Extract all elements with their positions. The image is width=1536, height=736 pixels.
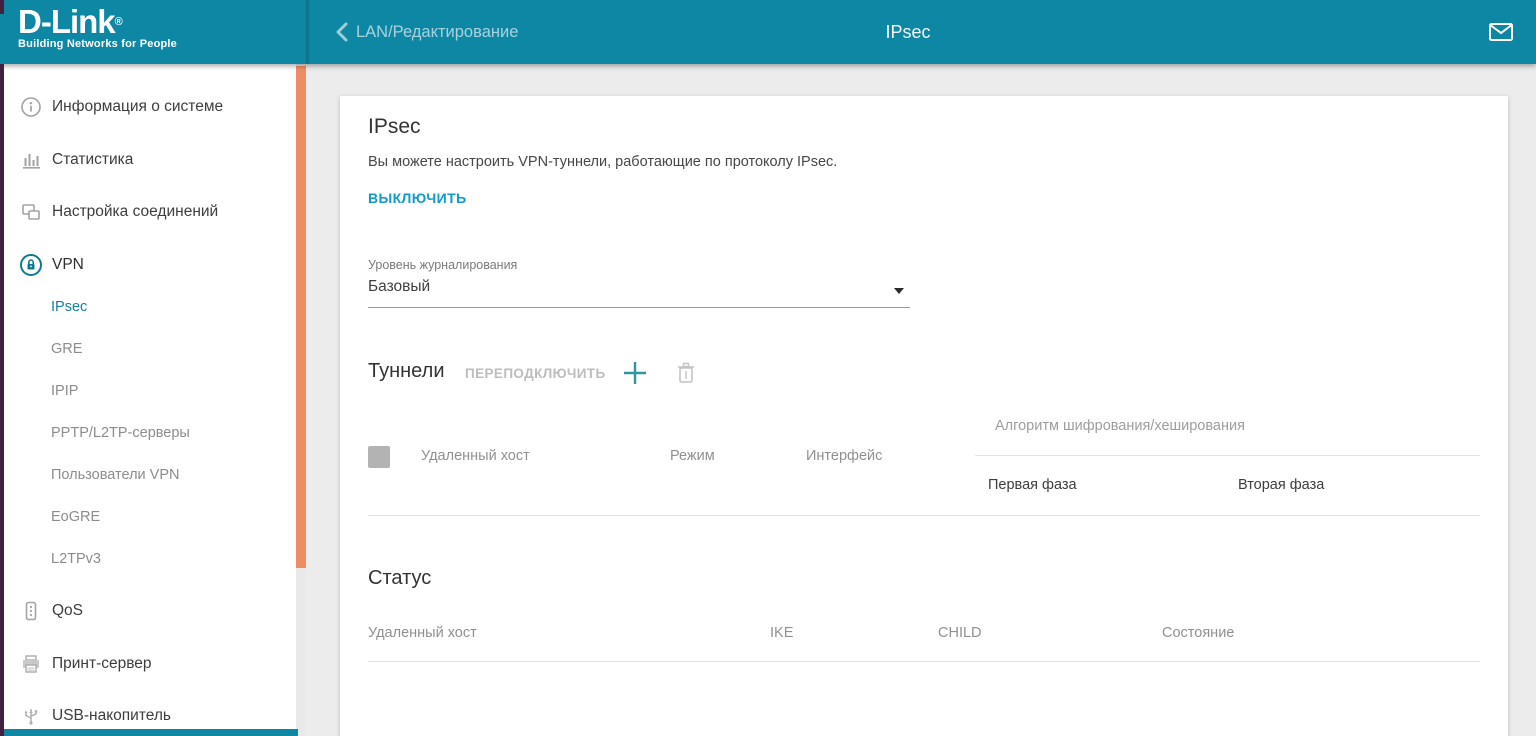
col-interface: Интерфейс <box>806 448 882 464</box>
sidebar-item-label: USB-накопитель <box>52 707 171 725</box>
tunnels-table-divider <box>368 515 1480 516</box>
reconnect-button[interactable]: ПЕРЕПОДКЛЮЧИТЬ <box>465 366 606 381</box>
connections-icon <box>20 201 42 223</box>
mail-icon[interactable] <box>1488 19 1514 45</box>
col-mode: Режим <box>670 448 715 464</box>
select-all-checkbox[interactable] <box>368 446 390 468</box>
sidebar-subitem-label: PPTP/L2TP-серверы <box>51 425 190 441</box>
col-phase1: Первая фаза <box>988 477 1077 493</box>
algorithm-divider <box>975 455 1480 456</box>
sidebar-item-label: VPN <box>52 256 84 274</box>
vpn-lock-icon <box>20 254 42 276</box>
left-edge-strip <box>0 0 4 736</box>
log-level-label: Уровень журналирования <box>368 258 517 272</box>
col-algorithm-group: Алгоритм шифрования/хеширования <box>995 418 1245 434</box>
registered-mark: ® <box>115 16 122 28</box>
sidebar-item-gre[interactable]: GRE <box>4 328 296 370</box>
sidebar-item-connections[interactable]: Настройка соединений <box>4 186 296 238</box>
sidebar-item-label: Принт-сервер <box>52 655 152 673</box>
sidebar-scrollbar-thumb[interactable] <box>296 66 306 568</box>
app-header: D-Link® Building Networks for People LAN… <box>0 0 1536 64</box>
card-description: Вы можете настроить VPN-туннели, работаю… <box>368 154 837 170</box>
sidebar-item-qos[interactable]: QoS <box>4 585 296 637</box>
sidebar-subitem-label: L2TPv3 <box>51 551 101 567</box>
page-title: IPsec <box>340 0 1476 64</box>
sidebar-nav: Информация о системе Статистика Настройк… <box>4 64 306 736</box>
sidebar-item-label: Статистика <box>52 151 133 169</box>
disable-button[interactable]: ВЫКЛЮЧИТЬ <box>368 190 467 206</box>
info-icon <box>20 96 42 118</box>
sidebar-bottom-accent <box>0 729 298 736</box>
dropdown-arrow-icon <box>894 288 904 294</box>
sidebar-scrollbar-track[interactable] <box>296 64 306 736</box>
col-phase2: Вторая фаза <box>1238 477 1324 493</box>
status-col-state: Состояние <box>1162 625 1234 641</box>
delete-tunnel-icon[interactable] <box>676 362 696 384</box>
status-col-child: CHILD <box>938 625 982 641</box>
sidebar-subitem-label: Пользователи VPN <box>51 467 179 483</box>
sidebar-item-label: QoS <box>52 602 83 620</box>
qos-icon <box>20 600 42 622</box>
sidebar-subitem-label: IPIP <box>51 383 78 399</box>
logo-tagline: Building Networks for People <box>18 38 177 50</box>
sidebar-item-print-server[interactable]: Принт-сервер <box>4 638 296 690</box>
left-edge-strip-header <box>0 14 4 64</box>
log-level-select[interactable]: Базовый <box>368 276 910 308</box>
sidebar-item-label: Информация о системе <box>52 98 223 116</box>
status-col-remote-host: Удаленный хост <box>368 625 477 641</box>
sidebar-item-ipsec[interactable]: IPsec <box>4 286 296 328</box>
header-divider <box>306 0 311 64</box>
sidebar-subitem-label: GRE <box>51 341 82 357</box>
sidebar-subitem-label: EoGRE <box>51 509 100 525</box>
card-title: IPsec <box>368 115 421 139</box>
dlink-logo[interactable]: D-Link® Building Networks for People <box>18 4 177 50</box>
sidebar-item-vpn[interactable]: VPN <box>4 239 296 291</box>
stats-icon <box>20 149 42 171</box>
status-title: Статус <box>368 567 431 590</box>
usb-icon <box>20 705 42 727</box>
sidebar-item-ipip[interactable]: IPIP <box>4 370 296 412</box>
sidebar-item-l2tpv3[interactable]: L2TPv3 <box>4 538 296 580</box>
ipsec-card: IPsec Вы можете настроить VPN-туннели, р… <box>340 96 1508 736</box>
log-level-value: Базовый <box>368 278 430 296</box>
sidebar-item-label: Настройка соединений <box>52 203 218 221</box>
status-table-divider <box>368 661 1480 662</box>
sidebar-item-eogre[interactable]: EoGRE <box>4 496 296 538</box>
printer-icon <box>20 653 42 675</box>
app-root: D-Link® Building Networks for People LAN… <box>0 0 1536 736</box>
add-tunnel-icon[interactable] <box>622 360 648 386</box>
sidebar-subitem-label: IPsec <box>51 299 87 315</box>
logo-brand: D-Link® <box>18 4 177 40</box>
sidebar-item-pptp-l2tp[interactable]: PPTP/L2TP-серверы <box>4 412 296 454</box>
tunnels-title: Туннели <box>368 360 444 383</box>
sidebar-item-statistics[interactable]: Статистика <box>4 134 296 186</box>
sidebar-item-vpn-users[interactable]: Пользователи VPN <box>4 454 296 496</box>
status-col-ike: IKE <box>770 625 793 641</box>
sidebar-item-system-info[interactable]: Информация о системе <box>4 81 296 133</box>
col-remote-host: Удаленный хост <box>421 448 530 464</box>
